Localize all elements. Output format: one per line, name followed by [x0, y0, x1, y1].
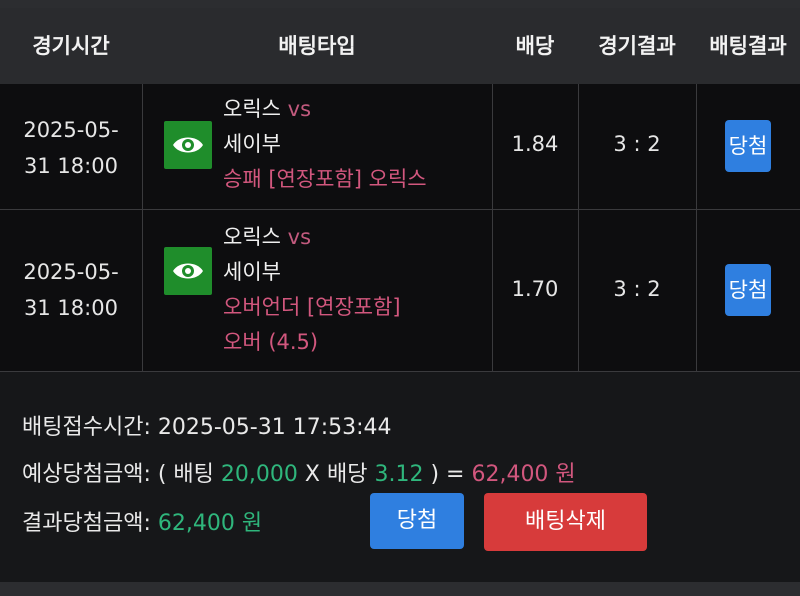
home-team: 오릭스 — [223, 225, 281, 249]
match-hour: 31 18:00 — [24, 154, 118, 178]
row-divider — [0, 371, 800, 372]
odds-label: X 배당 — [304, 462, 368, 487]
header-game-result: 경기결과 — [598, 34, 676, 58]
vs-label: vs — [287, 225, 312, 249]
column-divider — [142, 84, 143, 372]
total-odds: 3.12 — [374, 462, 424, 487]
actual-payout-line: 결과당첨금액: 62,400 원 — [22, 505, 262, 537]
result-badge[interactable]: 당첨 — [725, 264, 771, 316]
match-hour: 31 18:00 — [24, 296, 118, 320]
match-time: 2025-05- 31 18:00 — [0, 254, 142, 326]
match-date: 2025-05- — [23, 260, 119, 284]
home-team: 오릭스 — [223, 97, 281, 121]
expected-label: 예상당첨금액: — [22, 462, 151, 487]
actual-label: 결과당첨금액: — [22, 511, 151, 536]
win-button[interactable]: 당첨 — [370, 493, 464, 549]
accept-time-label: 배팅접수시간: — [22, 415, 151, 440]
accept-time-value: 2025-05-31 17:53:44 — [157, 415, 392, 440]
accept-time-line: 배팅접수시간: 2025-05-31 17:53:44 — [22, 409, 392, 441]
row-divider — [0, 209, 800, 210]
away-team: 세이부 — [223, 132, 281, 156]
expected-payout-line: 예상당첨금액: ( 배팅 20,000 X 배당 3.12 ) = 62,400… — [22, 456, 576, 488]
delete-bet-button[interactable]: 배팅삭제 — [484, 493, 647, 551]
game-score: 3 : 2 — [613, 132, 661, 156]
column-divider — [696, 84, 697, 372]
top-strip — [0, 0, 800, 8]
away-team: 세이부 — [223, 260, 281, 284]
preview-button[interactable] — [164, 247, 212, 295]
header-bet-result: 배팅결과 — [709, 34, 787, 58]
bet-detail: 오릭스 vs 세이부 오버언더 [연장포함] 오버 (4.5) — [223, 220, 401, 360]
eye-icon — [173, 137, 203, 153]
bet-pick: 승패 [연장포함] 오릭스 — [223, 167, 427, 191]
preview-button[interactable] — [164, 121, 212, 169]
eye-icon — [173, 263, 203, 279]
result-badge[interactable]: 당첨 — [725, 120, 771, 172]
actual-amount: 62,400 원 — [157, 511, 263, 536]
game-score: 3 : 2 — [613, 277, 661, 301]
bet-pick: 오버언더 [연장포함] — [223, 295, 401, 319]
header-bet-type: 배팅타입 — [278, 34, 356, 58]
expected-amount: 62,400 원 — [471, 462, 576, 487]
odds-value: 1.70 — [511, 277, 559, 301]
equals-sign: ) = — [430, 462, 465, 487]
bottom-strip — [0, 582, 800, 596]
match-time: 2025-05- 31 18:00 — [0, 112, 142, 184]
header-time: 경기시간 — [32, 34, 110, 58]
odds-value: 1.84 — [511, 132, 559, 156]
table-header: 경기시간 배팅타입 배당 경기결과 배팅결과 — [0, 8, 800, 84]
column-divider — [492, 84, 493, 372]
header-odds: 배당 — [515, 34, 555, 58]
vs-label: vs — [287, 97, 312, 121]
bet-amount: 20,000 — [220, 462, 298, 487]
match-date: 2025-05- — [23, 118, 119, 142]
bet-label: ( 배팅 — [157, 462, 214, 487]
column-divider — [578, 84, 579, 372]
bet-pick-detail: 오버 (4.5) — [223, 330, 319, 354]
bet-detail: 오릭스 vs 세이부 승패 [연장포함] 오릭스 — [223, 92, 427, 197]
